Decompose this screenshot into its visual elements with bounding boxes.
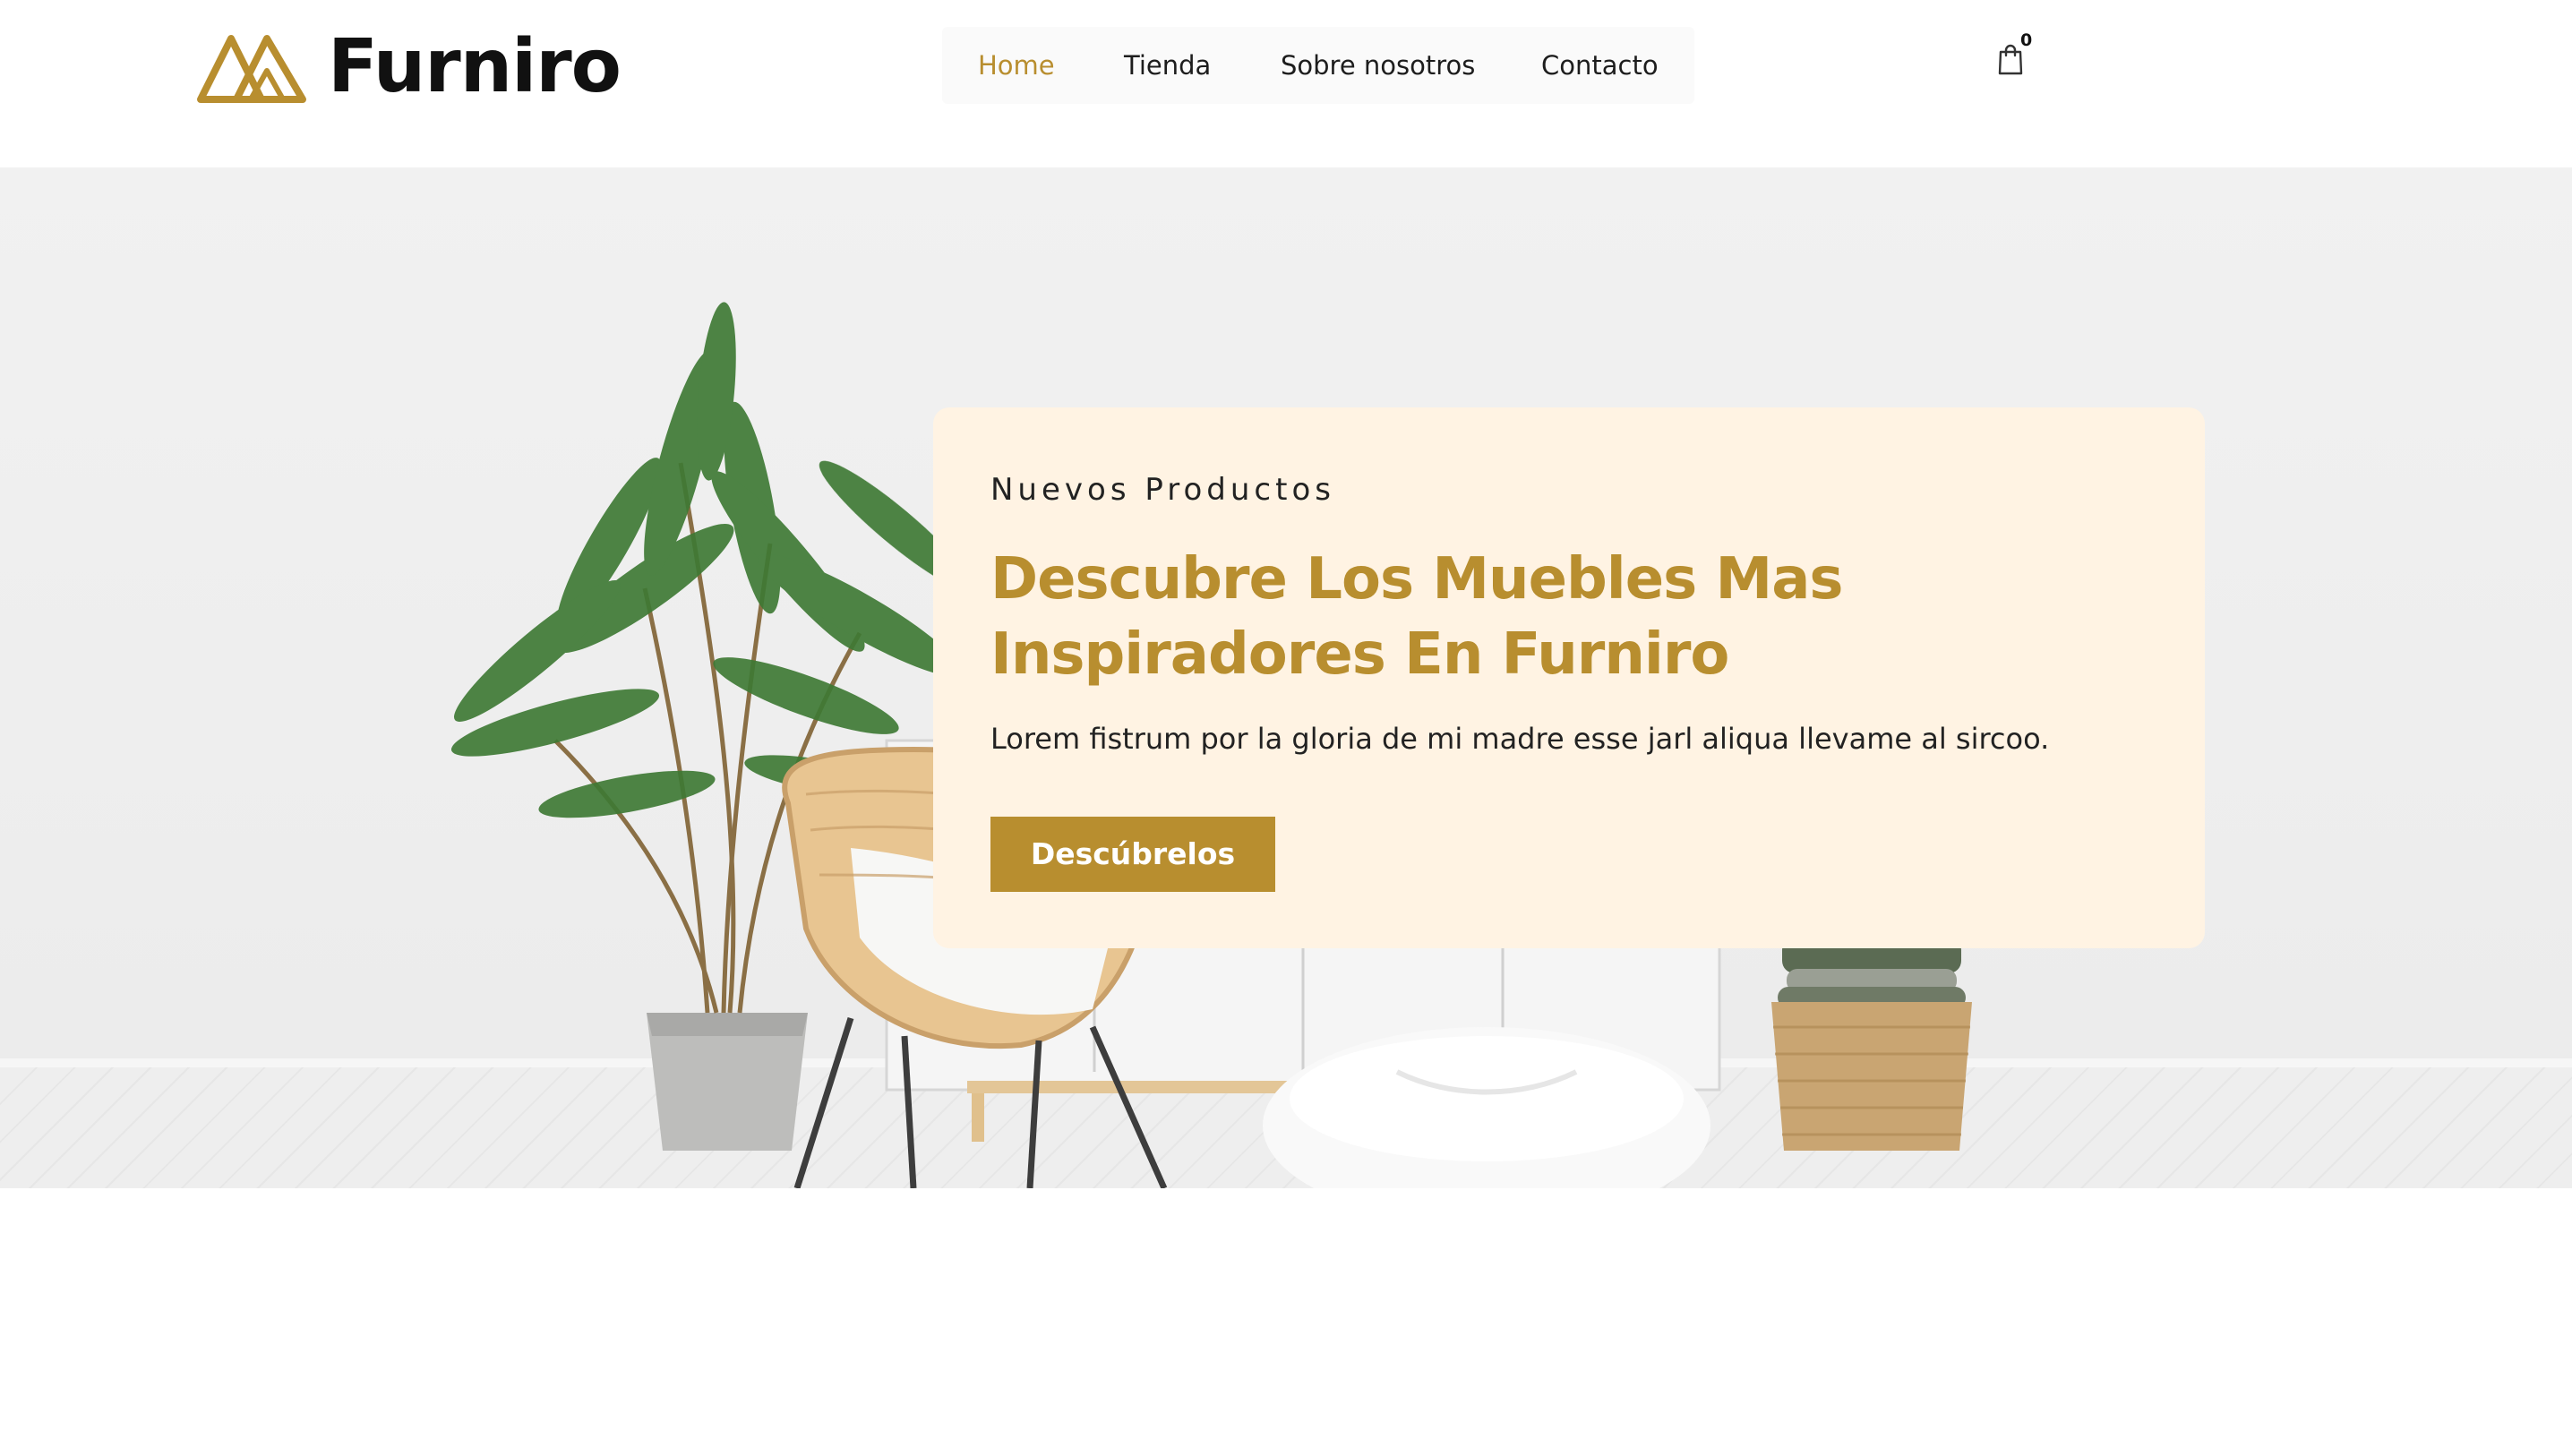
- nav-item-sobre-nosotros[interactable]: Sobre nosotros: [1281, 27, 1475, 104]
- site-header: Furniro Home Tienda Sobre nosotros Conta…: [0, 0, 2572, 167]
- page: Furniro Home Tienda Sobre nosotros Conta…: [0, 0, 2572, 1456]
- main-nav: Home Tienda Sobre nosotros Contacto: [942, 27, 1694, 104]
- cart-button[interactable]: 0: [1990, 30, 2033, 79]
- nav-item-contacto[interactable]: Contacto: [1541, 27, 1659, 104]
- nav-item-home[interactable]: Home: [978, 27, 1055, 104]
- hero-description: Lorem fistrum por la gloria de mi madre …: [990, 722, 2050, 756]
- logo[interactable]: Furniro: [197, 24, 622, 109]
- nav-item-tienda[interactable]: Tienda: [1124, 27, 1211, 104]
- hero-eyebrow: Nuevos Productos: [990, 472, 1335, 508]
- hero-section: Nuevos Productos Descubre Los Muebles Ma…: [0, 167, 2572, 1188]
- hero-title: Descubre Los Muebles Mas Inspiradores En…: [990, 546, 1843, 688]
- discover-button[interactable]: Descúbrelos: [990, 817, 1275, 892]
- cart-count-badge: 0: [2020, 30, 2033, 50]
- logo-mark-icon: [197, 35, 306, 103]
- basket-illustration: [1771, 938, 1972, 1151]
- logo-text: Furniro: [328, 24, 622, 109]
- hero-card: Nuevos Productos Descubre Los Muebles Ma…: [933, 407, 2205, 948]
